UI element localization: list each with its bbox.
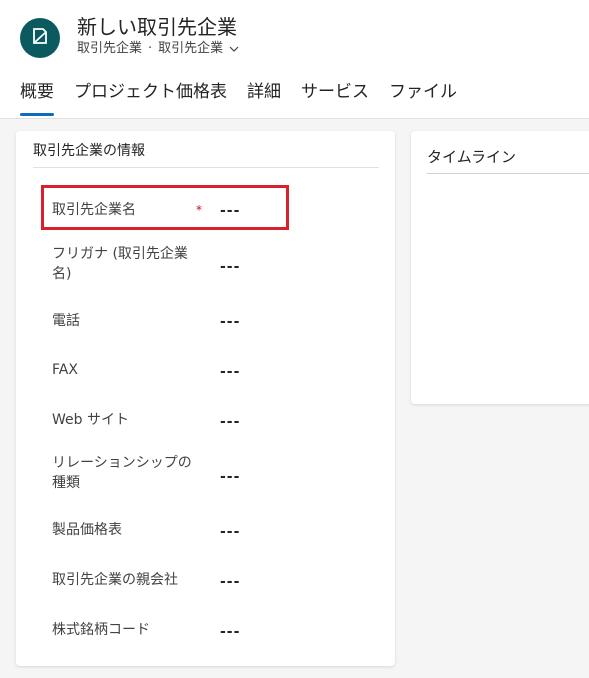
field-label-ticker-symbol: 株式銘柄コード xyxy=(52,622,150,638)
ticker-symbol-input[interactable]: --- xyxy=(220,622,240,642)
account-name-kana-input[interactable]: --- xyxy=(220,257,240,277)
field-label-website: Web サイト xyxy=(52,412,129,428)
website-input[interactable]: --- xyxy=(220,412,240,432)
tab-service[interactable]: サービス xyxy=(301,80,369,106)
fax-input[interactable]: --- xyxy=(220,362,240,382)
breadcrumb: 取引先企業 · 取引先企業 xyxy=(77,40,239,58)
tab-files[interactable]: ファイル xyxy=(389,80,457,106)
account-icon xyxy=(30,26,50,50)
field-label-fax: FAX xyxy=(52,362,78,378)
field-label-price-list: 製品価格表 xyxy=(52,522,122,538)
tab-summary[interactable]: 概要 xyxy=(20,80,54,116)
highlight-box xyxy=(41,185,289,230)
field-label-parent-account: 取引先企業の親会社 xyxy=(52,572,178,588)
chevron-down-icon[interactable] xyxy=(229,46,239,52)
field-label-relationship-type: リレーションシップの種類 xyxy=(52,455,192,491)
tab-project-price-list[interactable]: プロジェクト価格表 xyxy=(74,80,227,106)
form-selector[interactable]: 取引先企業 xyxy=(158,40,223,58)
section-divider xyxy=(33,167,379,168)
page-title: 新しい取引先企業 xyxy=(77,15,237,39)
timeline-divider xyxy=(427,173,589,174)
phone-input[interactable]: --- xyxy=(220,312,240,332)
price-list-lookup[interactable]: --- xyxy=(220,522,240,542)
tab-bar: 概要 プロジェクト価格表 詳細 サービス ファイル xyxy=(20,80,477,116)
breadcrumb-separator: · xyxy=(148,41,153,56)
record-header: 新しい取引先企業 取引先企業 · 取引先企業 概要 プロジェクト価格表 詳細 サ… xyxy=(0,0,589,118)
relationship-type-select[interactable]: --- xyxy=(220,467,240,487)
entity-name: 取引先企業 xyxy=(77,41,143,56)
field-label-phone: 電話 xyxy=(52,313,80,329)
parent-account-lookup[interactable]: --- xyxy=(220,572,240,592)
timeline-section: タイムライン xyxy=(411,131,589,404)
tabs-divider xyxy=(0,118,589,119)
timeline-title: タイムライン xyxy=(427,148,516,166)
section-title: 取引先企業の情報 xyxy=(33,143,145,159)
entity-avatar xyxy=(20,18,60,58)
field-label-account-name-kana: フリガナ (取引先企業名) xyxy=(52,246,188,282)
tab-details[interactable]: 詳細 xyxy=(247,80,281,106)
